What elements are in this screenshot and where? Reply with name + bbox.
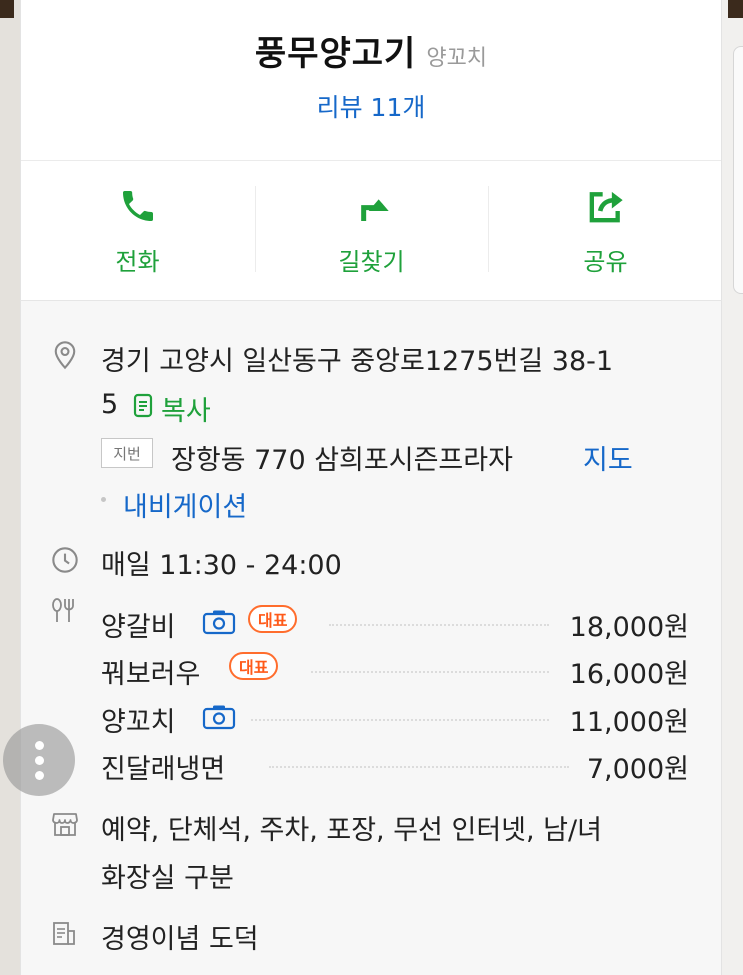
place-category: 양꼬치 xyxy=(426,46,488,71)
more-options-button[interactable] xyxy=(3,724,75,796)
price-leader xyxy=(311,671,549,673)
facilities-line1: 예약, 단체석, 주차, 포장, 무선 인터넷, 남/녀 xyxy=(101,815,602,846)
business-hours: 매일 11:30 - 24:00 xyxy=(101,550,342,581)
camera-icon[interactable] xyxy=(202,609,236,635)
business-description: 경영이념 도덕 xyxy=(101,924,259,955)
map-link[interactable]: 지도 xyxy=(583,438,633,477)
more-dot-icon xyxy=(34,740,44,750)
price-leader xyxy=(251,719,549,721)
utensils-icon xyxy=(52,598,74,622)
navigation-link[interactable]: 내비게이션 xyxy=(123,485,247,524)
background-right-top xyxy=(728,0,743,18)
address-line1: 경기 고양시 일산동구 중앙로1275번길 38-1 xyxy=(101,346,614,377)
directions-button[interactable]: 길찾기 xyxy=(255,178,488,288)
reviews-link[interactable]: 리뷰 11개 xyxy=(21,88,721,124)
place-card: 풍무양고기 양꼬치 리뷰 11개 전화 길찾기 공유 경기 고양시 일산동구 중… xyxy=(20,0,722,975)
menu-item-name: 양갈비 xyxy=(101,612,176,643)
place-details: 경기 고양시 일산동구 중앙로1275번길 38-1 5 복사 지번 장항동 7… xyxy=(20,300,722,975)
clock-icon xyxy=(52,547,78,573)
call-button[interactable]: 전화 xyxy=(21,178,254,288)
menu-item-price: 7,000원 xyxy=(586,754,689,785)
more-dot-icon xyxy=(34,770,44,780)
share-label: 공유 xyxy=(583,248,628,276)
call-label: 전화 xyxy=(115,248,160,276)
representative-badge: 대표 xyxy=(248,605,298,633)
copy-icon xyxy=(133,393,153,418)
representative-badge: 대표 xyxy=(229,652,279,680)
header-divider xyxy=(21,160,721,161)
menu-item-price: 16,000원 xyxy=(569,659,689,690)
share-button[interactable]: 공유 xyxy=(489,178,722,288)
address-line2: 5 xyxy=(101,389,119,420)
menu-item-name: 꿔보러우 xyxy=(101,659,201,690)
place-header: 풍무양고기 양꼬치 리뷰 11개 전화 길찾기 공유 xyxy=(20,0,722,300)
adjacent-card-edge xyxy=(733,46,743,294)
title-row: 풍무양고기 양꼬치 xyxy=(21,26,721,76)
directions-label: 길찾기 xyxy=(338,248,405,276)
menu-item-name: 진달래냉면 xyxy=(101,754,226,785)
camera-icon[interactable] xyxy=(202,704,236,730)
copy-label: 복사 xyxy=(161,396,211,427)
store-icon xyxy=(52,813,78,836)
more-dot-icon xyxy=(34,755,44,765)
place-name: 풍무양고기 xyxy=(254,34,417,74)
jibun-address: 장항동 770 삼희포시즌프라자 xyxy=(171,445,513,476)
menu-item-price: 11,000원 xyxy=(569,707,689,738)
share-icon xyxy=(589,191,623,223)
document-icon xyxy=(53,922,75,945)
location-pin-icon xyxy=(54,341,76,370)
route-icon xyxy=(360,199,389,221)
phone-icon xyxy=(122,191,153,221)
menu-item-price: 18,000원 xyxy=(569,612,689,643)
background-left-top xyxy=(0,0,14,18)
background-left xyxy=(0,0,20,975)
price-leader xyxy=(329,624,549,626)
menu-item-name: 양꼬치 xyxy=(101,707,176,738)
facilities-line2: 화장실 구분 xyxy=(101,863,234,894)
price-leader xyxy=(269,766,569,768)
separator-dot xyxy=(101,497,106,502)
jibun-badge: 지번 xyxy=(101,438,153,468)
